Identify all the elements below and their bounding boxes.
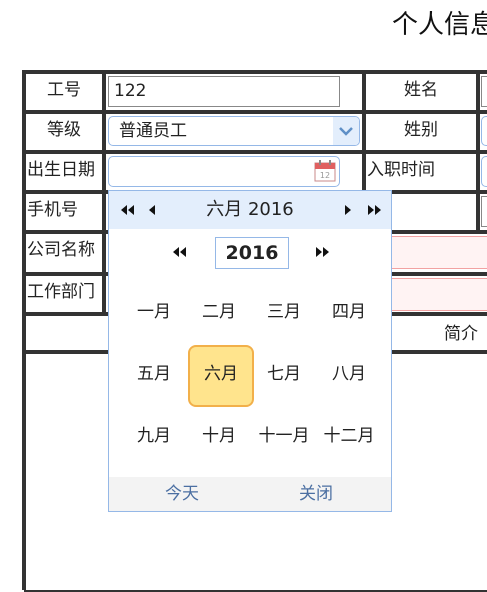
month-cell[interactable]: 六月 xyxy=(188,345,254,407)
company-name-label: 公司名称 xyxy=(24,232,104,274)
hire-date-label: 入职时间 xyxy=(364,152,478,192)
next-month-icon[interactable] xyxy=(341,191,363,229)
employee-id-input[interactable]: 122 xyxy=(108,76,340,107)
company-name-input[interactable] xyxy=(390,236,487,269)
month-cell[interactable]: 一月 xyxy=(123,283,185,341)
year-selector: 2016 xyxy=(109,235,391,271)
month-cell[interactable]: 十一月 xyxy=(253,407,315,465)
work-dept-label: 工作部门 xyxy=(24,274,104,314)
month-cell[interactable]: 七月 xyxy=(253,345,315,403)
next-year-icon[interactable] xyxy=(363,191,385,229)
month-cell[interactable]: 二月 xyxy=(188,283,250,341)
datepicker-header: 六月 2016 xyxy=(109,191,391,229)
svg-text:12: 12 xyxy=(320,171,330,180)
month-cell[interactable]: 十二月 xyxy=(318,407,380,465)
level-label: 等级 xyxy=(24,112,104,152)
month-cell[interactable]: 三月 xyxy=(253,283,315,341)
name-input[interactable] xyxy=(481,76,487,107)
month-cell[interactable]: 十月 xyxy=(188,407,250,465)
level-select-value: 普通员工 xyxy=(119,121,187,141)
month-cell[interactable]: 五月 xyxy=(123,345,185,403)
phone-label: 手机号 xyxy=(24,192,104,232)
employee-id-label: 工号 xyxy=(24,72,104,112)
prev-year-icon[interactable] xyxy=(117,191,139,229)
datepicker-footer: 今天 关闭 xyxy=(109,477,391,511)
gender-label: 姓别 xyxy=(364,112,478,152)
hire-date-input[interactable] xyxy=(481,156,487,187)
birth-date-label: 出生日期 xyxy=(24,152,104,192)
year-input[interactable]: 2016 xyxy=(215,237,289,269)
datepicker-panel: 六月 2016 2016 一月 二月 三月 四月 五月 六月 七月 八月 九月 十月 十一月 十二月 … xyxy=(108,190,392,512)
name-label: 姓名 xyxy=(364,72,478,112)
month-cell[interactable]: 八月 xyxy=(318,345,380,403)
prev-month-icon[interactable] xyxy=(145,191,167,229)
level-select[interactable]: 普通员工 xyxy=(108,116,360,146)
close-button[interactable]: 关闭 xyxy=(299,477,333,511)
email-input[interactable] xyxy=(481,196,487,227)
calendar-icon[interactable]: 12 xyxy=(313,159,337,183)
intro-label: 简介 xyxy=(444,324,478,344)
page-title: 个人信息 xyxy=(392,10,487,40)
birth-date-input[interactable]: 12 xyxy=(108,156,340,187)
month-cell[interactable]: 九月 xyxy=(123,407,185,465)
next-year-icon[interactable] xyxy=(311,233,333,271)
work-dept-input[interactable] xyxy=(390,278,487,311)
prev-year-icon[interactable] xyxy=(169,233,191,271)
today-button[interactable]: 今天 xyxy=(165,477,199,511)
month-cell[interactable]: 四月 xyxy=(318,283,380,341)
gender-select[interactable] xyxy=(481,116,487,146)
chevron-down-icon[interactable] xyxy=(333,117,359,145)
